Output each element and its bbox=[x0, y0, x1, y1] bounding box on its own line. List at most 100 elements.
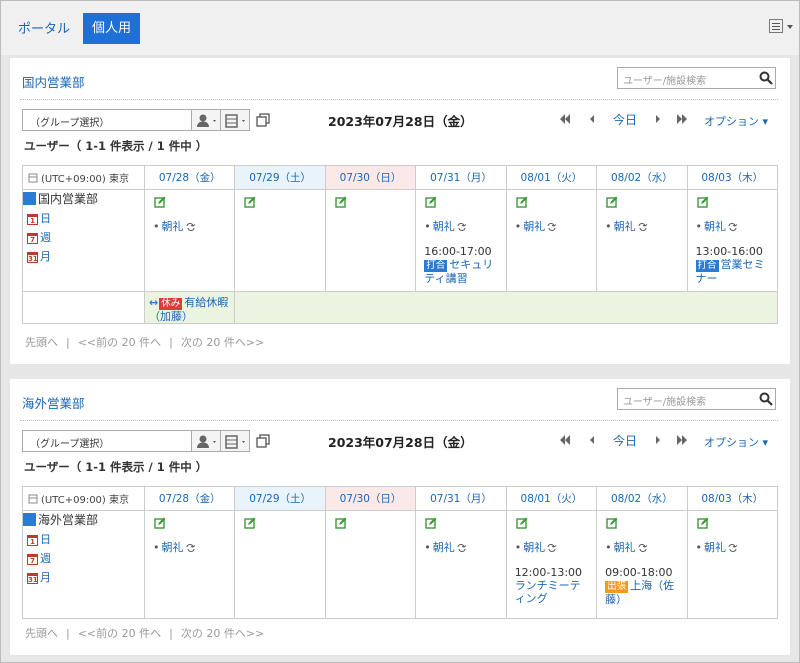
all-day-cell[interactable]: ↔ 休み 有給休暇（加藤） bbox=[143, 291, 236, 324]
previous-week-icon[interactable] bbox=[559, 435, 571, 445]
day-cell[interactable]: • 朝礼 bbox=[505, 189, 598, 292]
day-header[interactable]: 07/28（金） bbox=[143, 165, 236, 190]
popup-window-icon[interactable] bbox=[256, 113, 270, 127]
view-day-link[interactable]: 1日 bbox=[27, 533, 144, 547]
schedule-event[interactable]: 13:00-16:00 打合 営業セミナー bbox=[695, 245, 769, 285]
panel-title[interactable]: 国内営業部 bbox=[22, 72, 85, 91]
schedule-event[interactable]: 09:00-18:00 出張 上海（佐藤） bbox=[605, 566, 678, 606]
view-month-link[interactable]: 31 月 bbox=[27, 250, 144, 264]
next-day-icon[interactable] bbox=[654, 435, 662, 445]
day-header[interactable]: 08/01（火） bbox=[505, 486, 598, 511]
day-cell[interactable]: • 朝礼 bbox=[143, 510, 236, 619]
user-select-button[interactable] bbox=[191, 430, 221, 452]
day-cell[interactable] bbox=[324, 510, 417, 619]
tab-personal[interactable]: 個人用 bbox=[83, 13, 140, 44]
next-week-icon[interactable] bbox=[676, 435, 688, 445]
pager-first[interactable]: 先頭へ bbox=[25, 627, 58, 640]
menu-icon[interactable] bbox=[769, 19, 783, 33]
regular-event[interactable]: • 朝礼 bbox=[515, 218, 588, 234]
day-header[interactable]: 07/31（月） bbox=[415, 165, 507, 190]
user-select-button[interactable] bbox=[191, 109, 221, 131]
panel-title[interactable]: 海外営業部 bbox=[22, 393, 85, 412]
search-icon[interactable] bbox=[759, 392, 773, 406]
add-schedule-icon[interactable] bbox=[335, 196, 347, 208]
day-cell[interactable] bbox=[234, 189, 326, 292]
add-schedule-icon[interactable] bbox=[154, 517, 166, 529]
group-select[interactable]: （グループ選択） bbox=[22, 430, 192, 452]
regular-event[interactable]: • 朝礼 bbox=[424, 539, 497, 555]
schedule-event[interactable]: 16:00-17:00 打合 セキュリティ講習 bbox=[424, 245, 497, 285]
regular-event[interactable]: • 朝礼 bbox=[153, 218, 226, 234]
pager-first[interactable]: 先頭へ bbox=[25, 336, 58, 349]
regular-event[interactable]: • 朝礼 bbox=[153, 539, 226, 555]
pager-next[interactable]: 次の 20 件へ>> bbox=[181, 627, 264, 640]
next-day-icon[interactable] bbox=[654, 114, 662, 124]
add-schedule-icon[interactable] bbox=[244, 196, 256, 208]
day-header[interactable]: 08/02（水） bbox=[596, 486, 688, 511]
all-day-event[interactable]: ↔ 休み 有給休暇（加藤） bbox=[145, 292, 234, 323]
regular-event[interactable]: • 朝礼 bbox=[424, 218, 497, 234]
popup-window-icon[interactable] bbox=[256, 434, 270, 448]
add-schedule-icon[interactable] bbox=[244, 517, 256, 529]
view-month-link[interactable]: 31 月 bbox=[27, 571, 144, 585]
option-menu[interactable]: オプション ▾ bbox=[704, 113, 768, 129]
add-schedule-icon[interactable] bbox=[425, 517, 437, 529]
today-link[interactable]: 今日 bbox=[613, 111, 637, 128]
user-facility-search-input[interactable]: ユーザー/施設検索 bbox=[617, 388, 776, 410]
day-header[interactable]: 07/29（土） bbox=[234, 486, 326, 511]
add-schedule-icon[interactable] bbox=[606, 196, 618, 208]
user-facility-search-input[interactable]: ユーザー/施設検索 bbox=[617, 67, 776, 89]
today-link[interactable]: 今日 bbox=[613, 432, 637, 449]
user-name[interactable]: 海外営業部 bbox=[23, 511, 144, 528]
add-schedule-icon[interactable] bbox=[696, 517, 709, 529]
add-schedule-icon[interactable] bbox=[515, 517, 528, 529]
day-cell[interactable] bbox=[324, 189, 417, 292]
day-cell[interactable]: • 朝礼 bbox=[596, 189, 688, 292]
schedule-event[interactable]: 12:00-13:00 ランチミーティング bbox=[515, 566, 588, 605]
group-select[interactable]: （グループ選択） bbox=[22, 109, 192, 131]
day-header[interactable]: 07/29（土） bbox=[234, 165, 326, 190]
day-header[interactable]: 08/03（木） bbox=[686, 486, 779, 511]
day-header[interactable]: 08/01（火） bbox=[505, 165, 598, 190]
day-cell[interactable]: • 朝礼 bbox=[686, 510, 779, 619]
regular-event[interactable]: • 朝礼 bbox=[696, 218, 769, 234]
all-day-cell[interactable] bbox=[234, 291, 778, 324]
search-icon[interactable] bbox=[759, 71, 773, 85]
day-cell[interactable]: • 朝礼 12:00-13:00 ランチミーティング bbox=[505, 510, 598, 619]
pager-next[interactable]: 次の 20 件へ>> bbox=[181, 336, 264, 349]
day-header[interactable]: 07/30（日） bbox=[324, 165, 417, 190]
add-schedule-icon[interactable] bbox=[515, 196, 528, 208]
view-week-link[interactable]: 7週 bbox=[27, 231, 144, 245]
menu-caret-icon[interactable] bbox=[787, 25, 793, 29]
option-menu[interactable]: オプション ▾ bbox=[704, 434, 768, 450]
add-schedule-icon[interactable] bbox=[425, 196, 437, 208]
previous-day-icon[interactable] bbox=[588, 114, 596, 124]
next-week-icon[interactable] bbox=[676, 114, 688, 124]
view-week-link[interactable]: 7週 bbox=[27, 552, 144, 566]
day-cell[interactable]: • 朝礼 16:00-17:00 打合 セキュリティ講習 bbox=[415, 189, 507, 292]
day-header[interactable]: 07/31（月） bbox=[415, 486, 507, 511]
day-cell[interactable]: • 朝礼 bbox=[143, 189, 236, 292]
regular-event[interactable]: • 朝礼 bbox=[605, 218, 678, 234]
day-cell[interactable]: • 朝礼 bbox=[415, 510, 507, 619]
day-header[interactable]: 08/02（水） bbox=[596, 165, 688, 190]
add-schedule-icon[interactable] bbox=[696, 196, 709, 208]
day-cell[interactable]: • 朝礼 09:00-18:00 出張 上海（佐藤） bbox=[596, 510, 688, 619]
day-header[interactable]: 08/03（木） bbox=[686, 165, 779, 190]
regular-event[interactable]: • 朝礼 bbox=[696, 539, 769, 555]
day-header[interactable]: 07/30（日） bbox=[324, 486, 417, 511]
day-cell[interactable] bbox=[234, 510, 326, 619]
facility-select-button[interactable] bbox=[220, 430, 250, 452]
view-day-link[interactable]: 1日 bbox=[27, 212, 144, 226]
day-header[interactable]: 07/28（金） bbox=[143, 486, 236, 511]
previous-day-icon[interactable] bbox=[588, 435, 596, 445]
regular-event[interactable]: • 朝礼 bbox=[605, 539, 678, 555]
regular-event[interactable]: • 朝礼 bbox=[515, 539, 588, 555]
facility-select-button[interactable] bbox=[220, 109, 250, 131]
day-cell[interactable]: • 朝礼 13:00-16:00 打合 営業セミナー bbox=[686, 189, 779, 292]
add-schedule-icon[interactable] bbox=[606, 517, 618, 529]
add-schedule-icon[interactable] bbox=[154, 196, 166, 208]
user-name[interactable]: 国内営業部 bbox=[23, 190, 144, 207]
add-schedule-icon[interactable] bbox=[335, 517, 347, 529]
pager-prev[interactable]: <<前の 20 件へ bbox=[78, 627, 161, 640]
